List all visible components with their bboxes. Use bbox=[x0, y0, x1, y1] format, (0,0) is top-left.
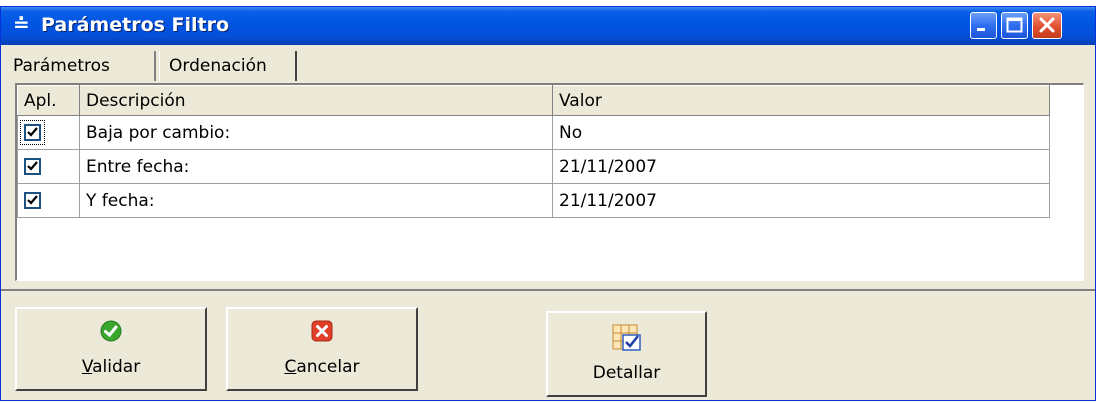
apply-checkbox[interactable] bbox=[20, 120, 45, 145]
sort-icon: ≐ bbox=[13, 12, 30, 36]
valor-cell[interactable]: 21/11/2007 bbox=[552, 149, 1050, 184]
cancelar-label: Cancelar bbox=[284, 357, 360, 377]
check-mark-icon bbox=[27, 195, 38, 205]
descripcion-cell: Y fecha: bbox=[79, 183, 553, 218]
filter-window: ≐ Parámetros Filtro Parámetros Ordenació… bbox=[0, 6, 1096, 401]
descripcion-cell: Entre fecha: bbox=[79, 149, 553, 184]
button-panel: Validar Cancelar Detallar bbox=[1, 289, 1095, 403]
header-valor[interactable]: Valor bbox=[552, 85, 1050, 116]
close-icon bbox=[1039, 17, 1055, 33]
table-header-row: Apl. Descripción Valor bbox=[17, 85, 1050, 116]
header-apl[interactable]: Apl. bbox=[17, 85, 80, 116]
tab-strip: Parámetros Ordenación bbox=[1, 45, 1095, 85]
check-icon bbox=[100, 320, 122, 342]
descripcion-cell: Baja por cambio: bbox=[79, 115, 553, 150]
check-mark-icon bbox=[27, 161, 38, 171]
apl-cell bbox=[17, 149, 80, 184]
parameters-table: Apl. Descripción Valor Baja por cambio: … bbox=[17, 85, 1050, 218]
maximize-button[interactable] bbox=[1001, 12, 1028, 39]
close-button[interactable] bbox=[1032, 12, 1062, 39]
detallar-label: Detallar bbox=[592, 363, 661, 383]
tab-parametros[interactable]: Parámetros bbox=[4, 51, 156, 81]
grid-detail-icon bbox=[612, 324, 641, 351]
minimize-button[interactable] bbox=[970, 12, 997, 39]
apply-checkbox[interactable] bbox=[24, 192, 41, 209]
maximize-icon bbox=[1006, 17, 1023, 33]
parameters-grid[interactable]: Apl. Descripción Valor Baja por cambio: … bbox=[15, 83, 1084, 281]
header-descripcion[interactable]: Descripción bbox=[79, 85, 553, 116]
apl-cell bbox=[17, 115, 80, 150]
validar-label: Validar bbox=[81, 357, 141, 377]
check-mark-icon bbox=[27, 127, 38, 137]
valor-cell[interactable]: 21/11/2007 bbox=[552, 183, 1050, 218]
table-row[interactable]: Entre fecha: 21/11/2007 bbox=[17, 149, 1050, 184]
cancel-icon bbox=[311, 320, 333, 342]
apply-checkbox[interactable] bbox=[24, 158, 41, 175]
valor-cell[interactable]: No bbox=[552, 115, 1050, 150]
validar-button[interactable]: Validar bbox=[15, 307, 207, 391]
tab-ordenacion[interactable]: Ordenación bbox=[159, 51, 297, 81]
apl-cell bbox=[17, 183, 80, 218]
table-row[interactable]: Y fecha: 21/11/2007 bbox=[17, 183, 1050, 218]
title-bar[interactable]: ≐ Parámetros Filtro bbox=[1, 7, 1095, 45]
detallar-button[interactable]: Detallar bbox=[546, 311, 707, 397]
minimize-icon bbox=[977, 28, 985, 31]
cancelar-button[interactable]: Cancelar bbox=[226, 307, 418, 391]
window-title: Parámetros Filtro bbox=[41, 14, 230, 36]
table-row[interactable]: Baja por cambio: No bbox=[17, 115, 1050, 150]
